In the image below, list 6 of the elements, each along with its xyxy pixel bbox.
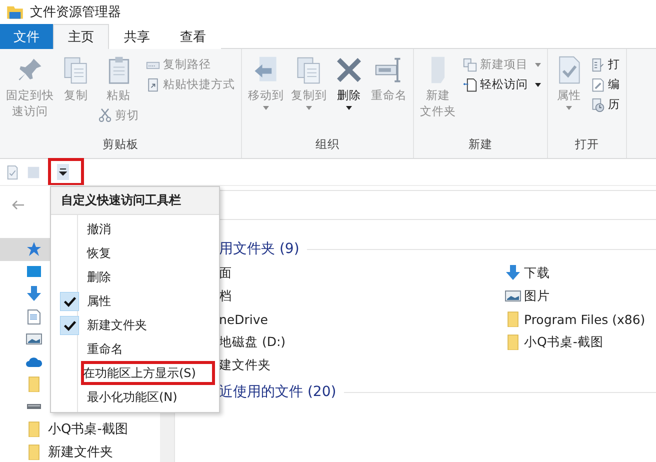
- group-label: 打开: [575, 137, 599, 153]
- menu-title: 自定义快速访问工具栏: [51, 187, 219, 215]
- group-label: 剪贴板: [102, 137, 138, 153]
- group-label: 新建: [468, 137, 492, 153]
- group-label: 组织: [316, 137, 340, 153]
- window-title: 文件资源管理器: [30, 4, 121, 21]
